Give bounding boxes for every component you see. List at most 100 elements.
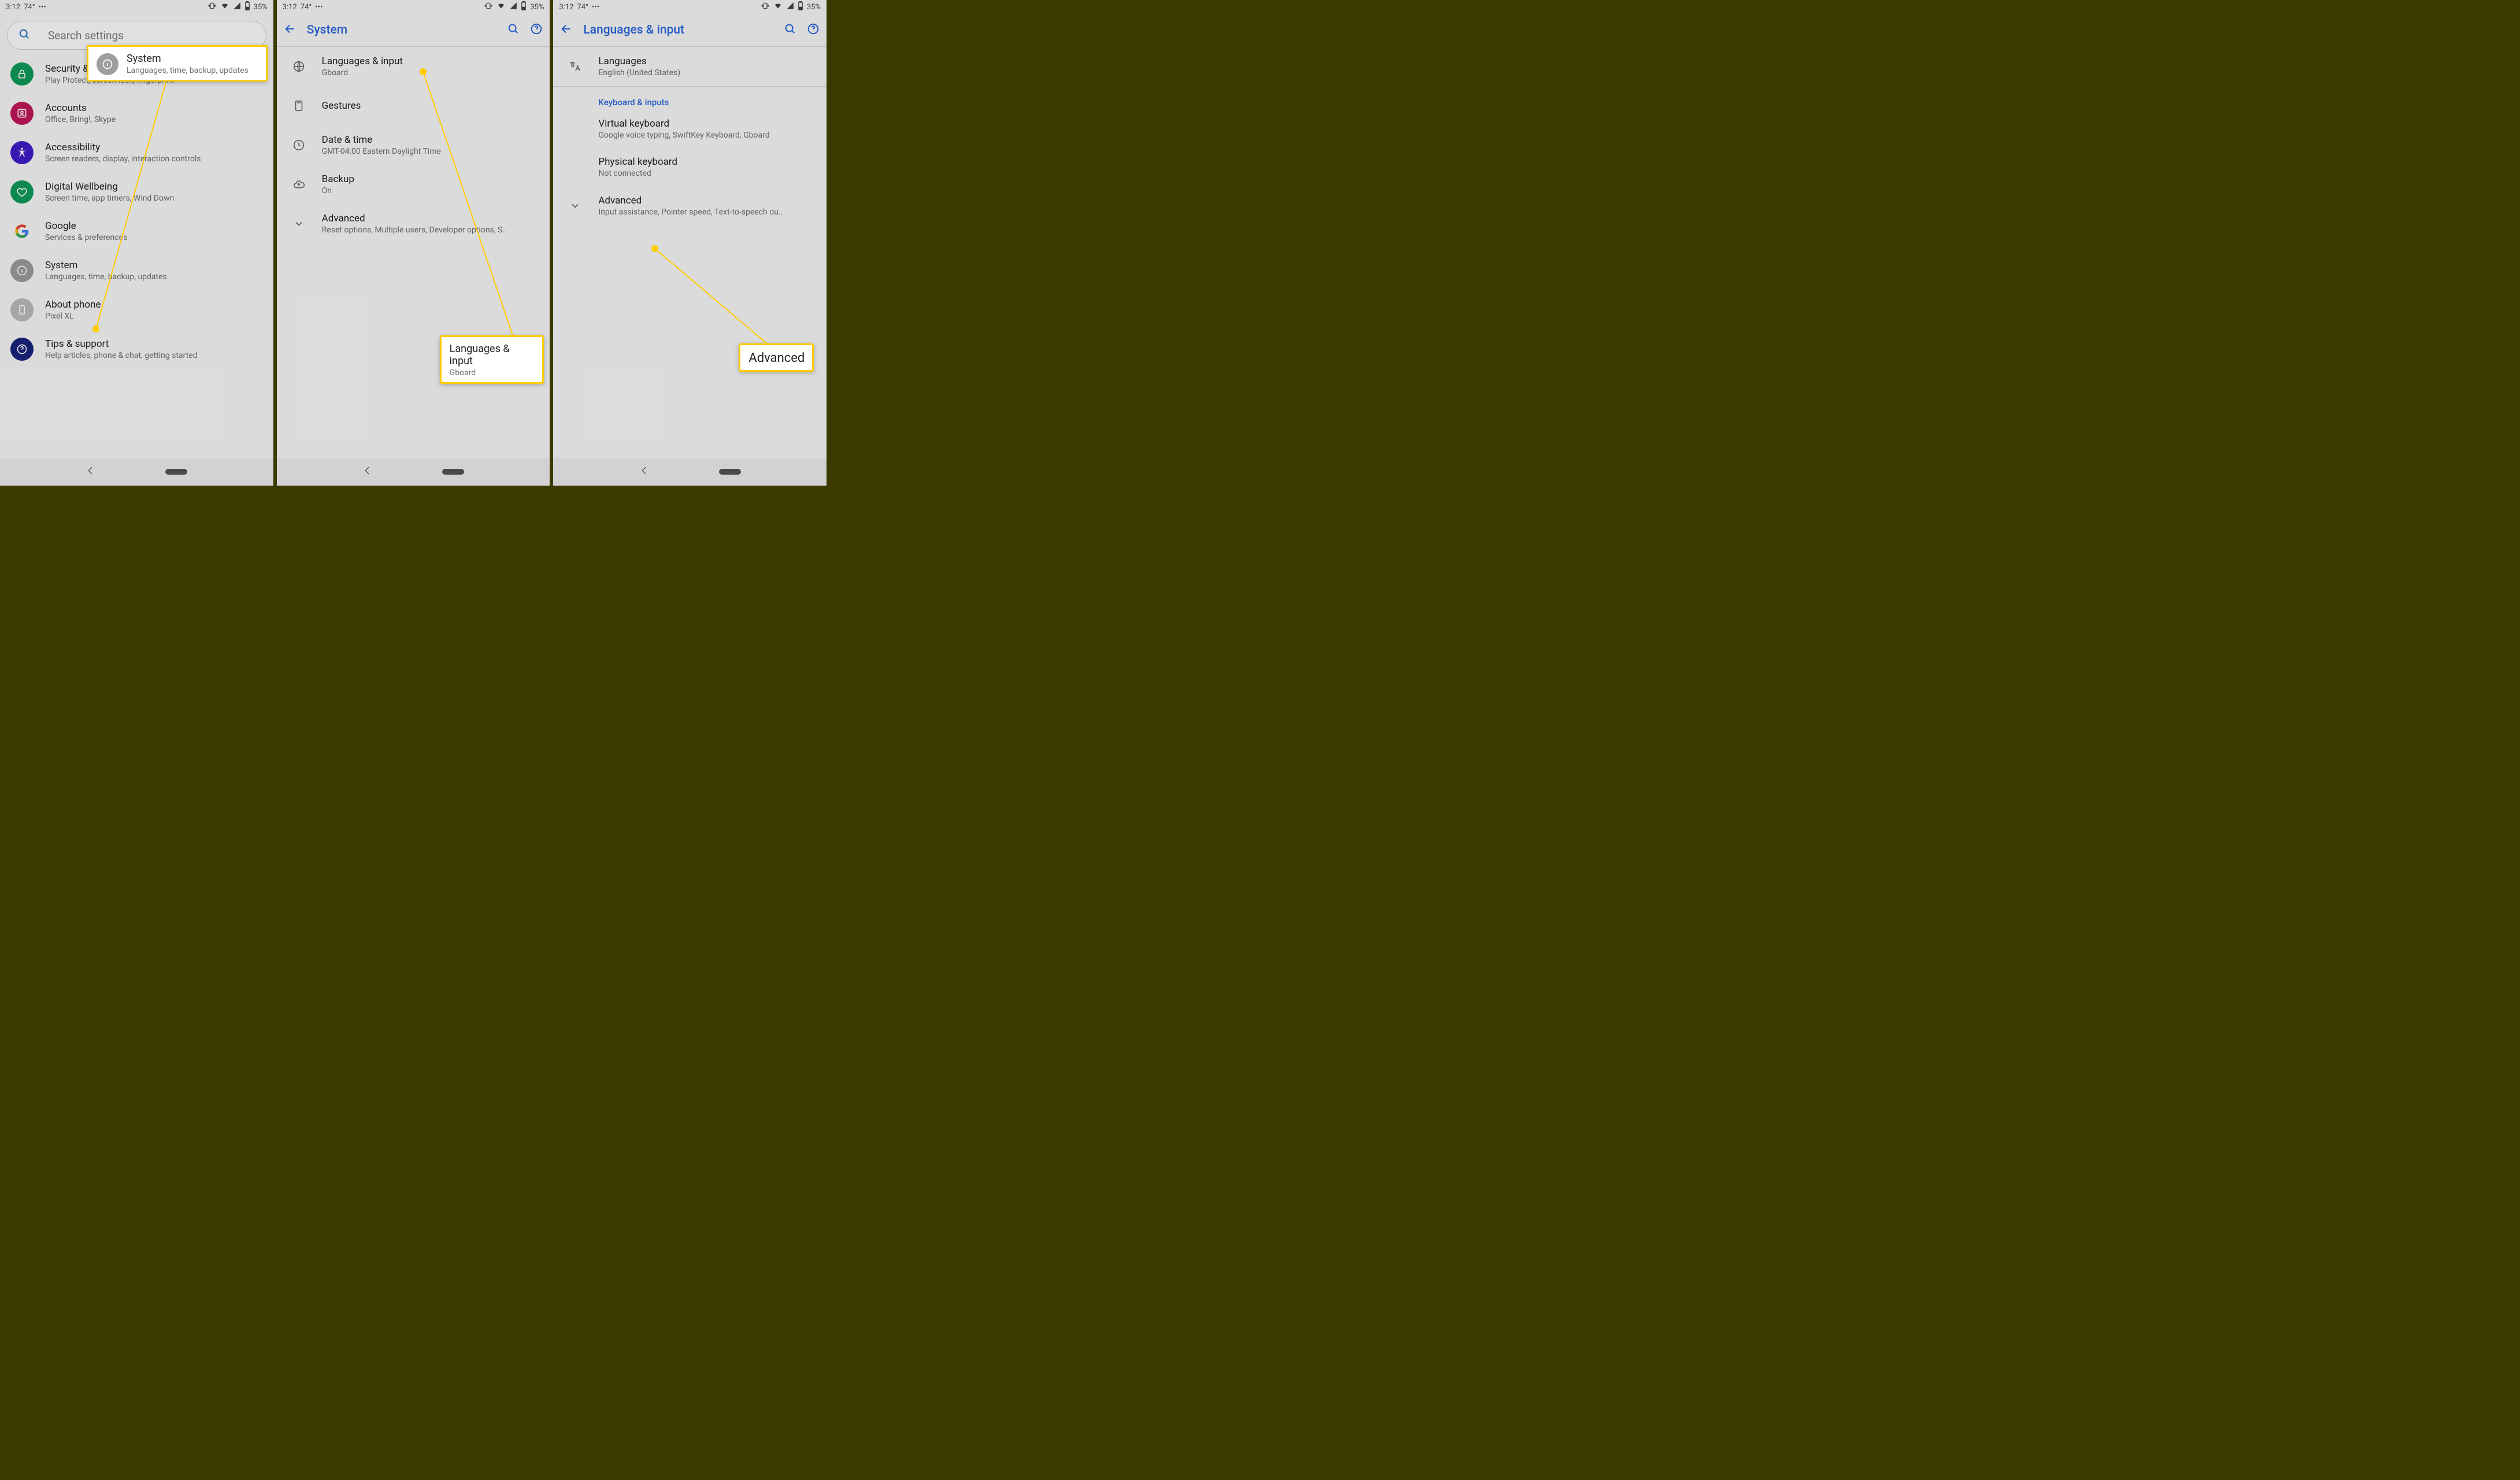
row-sub: On — [322, 186, 540, 195]
keyboard-row[interactable]: Physical keyboardNot connected — [553, 148, 827, 186]
nav-back-button[interactable] — [86, 465, 96, 478]
nav-home-pill[interactable] — [719, 469, 741, 475]
settings-row-accessibility[interactable]: AccessibilityScreen readers, display, in… — [0, 133, 273, 172]
clock-icon — [287, 134, 310, 157]
row-title: Tips & support — [45, 338, 263, 350]
more-dots-icon: ••• — [592, 3, 599, 12]
row-title: Languages — [598, 56, 816, 67]
row-title: Physical keyboard — [598, 156, 816, 168]
battery-icon — [521, 1, 527, 13]
languages-input-screen: 3:12 74° ••• 35% Languages & input Langu… — [553, 0, 827, 486]
nav-back-button[interactable] — [639, 465, 650, 478]
row-sub: Not connected — [598, 169, 816, 178]
row-title: Accounts — [45, 102, 263, 114]
back-arrow-icon[interactable] — [560, 23, 573, 38]
row-title: Accessibility — [45, 142, 263, 153]
chevron-down-icon — [564, 194, 587, 217]
row-title: System — [45, 260, 263, 271]
row-title: About phone — [45, 299, 263, 310]
row-sub: English (United States) — [598, 68, 816, 77]
status-time: 3:12 — [6, 3, 20, 12]
section-header-keyboard: Keyboard & inputs — [553, 87, 827, 110]
nav-bar — [277, 458, 550, 486]
info-icon — [10, 259, 34, 282]
battery-percent: 35% — [254, 3, 268, 12]
info-icon — [97, 53, 118, 75]
settings-row-account[interactable]: AccountsOffice, Bring!, Skype — [0, 94, 273, 133]
wifi-icon — [220, 2, 229, 12]
row-sub: Services & preferences — [45, 233, 263, 242]
callout-title: Languages & input — [450, 343, 534, 367]
annotation-marker — [420, 68, 427, 75]
status-bar: 3:12 74° ••• 35% — [0, 0, 273, 14]
wifi-icon — [773, 2, 783, 12]
nav-bar — [553, 458, 827, 486]
settings-main-screen: 3:12 74° ••• 35% Search settings Securit… — [0, 0, 273, 486]
more-dots-icon: ••• — [39, 3, 46, 12]
more-dots-icon: ••• — [315, 3, 323, 12]
keyboard-row[interactable]: Virtual keyboardGoogle voice typing, Swi… — [553, 110, 827, 148]
languages-row[interactable]: LanguagesEnglish (United States) — [553, 47, 827, 86]
callout-sub: Languages, time, backup, updates — [127, 66, 249, 75]
vibrate-icon — [484, 2, 493, 12]
system-row-clock[interactable]: Date & timeGMT-04:00 Eastern Daylight Ti… — [277, 125, 550, 165]
screen-title: System — [307, 23, 497, 37]
status-time: 3:12 — [283, 3, 297, 12]
callout-sub: Gboard — [450, 368, 534, 378]
translate-icon — [564, 55, 587, 78]
callout-languages-input: Languages & input Gboard — [440, 335, 544, 384]
app-bar: System — [277, 14, 550, 46]
nav-home-pill[interactable] — [165, 469, 187, 475]
wellbeing-icon — [10, 180, 34, 204]
google-icon — [10, 220, 34, 243]
row-sub: Languages, time, backup, updates — [45, 272, 263, 282]
battery-percent: 35% — [530, 3, 544, 12]
row-title: Digital Wellbeing — [45, 181, 263, 193]
row-title: Backup — [322, 173, 540, 185]
row-title: Google — [45, 220, 263, 232]
phone-icon — [10, 298, 34, 321]
nav-bar — [0, 458, 273, 486]
callout-title: Advanced — [748, 351, 804, 365]
settings-row-help[interactable]: Tips & supportHelp articles, phone & cha… — [0, 330, 273, 369]
settings-row-phone[interactable]: About phone Pixel XL — [0, 290, 273, 330]
nav-back-button[interactable] — [362, 465, 373, 478]
accessibility-icon — [10, 141, 34, 164]
cell-signal-icon — [509, 2, 517, 12]
row-sub: Pixel XL — [45, 312, 263, 321]
settings-row-info[interactable]: SystemLanguages, time, backup, updates — [0, 251, 273, 290]
row-title: Advanced — [322, 213, 540, 224]
cell-signal-icon — [786, 2, 794, 12]
settings-row-google[interactable]: GoogleServices & preferences — [0, 212, 273, 251]
row-sub: Input assistance, Pointer speed, Text-to… — [598, 208, 816, 217]
cloud-icon — [287, 173, 310, 196]
row-title: Languages & input — [322, 56, 540, 67]
globe-icon — [287, 55, 310, 78]
settings-row-wellbeing[interactable]: Digital WellbeingScreen time, app timers… — [0, 172, 273, 212]
search-icon[interactable] — [507, 23, 520, 38]
row-sub: Gboard — [322, 68, 540, 77]
system-row-globe[interactable]: Languages & inputGboard — [277, 47, 550, 86]
row-sub: Screen time, app timers, Wind Down — [45, 194, 263, 203]
nav-home-pill[interactable] — [442, 469, 464, 475]
screen-title: Languages & input — [583, 23, 773, 37]
help-icon[interactable] — [807, 23, 820, 38]
status-temp: 74° — [577, 3, 588, 12]
system-row-cloud[interactable]: BackupOn — [277, 165, 550, 204]
advanced-row[interactable]: Advanced Input assistance, Pointer speed,… — [553, 186, 827, 225]
row-sub: Help articles, phone & chat, getting sta… — [45, 351, 263, 360]
system-row-gestures[interactable]: Gestures — [277, 86, 550, 125]
search-icon[interactable] — [784, 23, 796, 38]
lock-icon — [10, 62, 34, 86]
back-arrow-icon[interactable] — [284, 23, 297, 38]
status-temp: 74° — [24, 3, 35, 12]
callout-system: System Languages, time, backup, updates — [87, 45, 268, 82]
row-title: Virtual keyboard — [598, 118, 816, 130]
help-icon[interactable] — [530, 23, 543, 38]
system-row-chevron[interactable]: AdvancedReset options, Multiple users, D… — [277, 204, 550, 243]
row-sub: Screen readers, display, interaction con… — [45, 154, 263, 164]
row-title: Advanced — [598, 195, 816, 206]
battery-icon — [798, 1, 803, 13]
vibrate-icon — [207, 2, 217, 12]
wifi-icon — [496, 2, 506, 12]
